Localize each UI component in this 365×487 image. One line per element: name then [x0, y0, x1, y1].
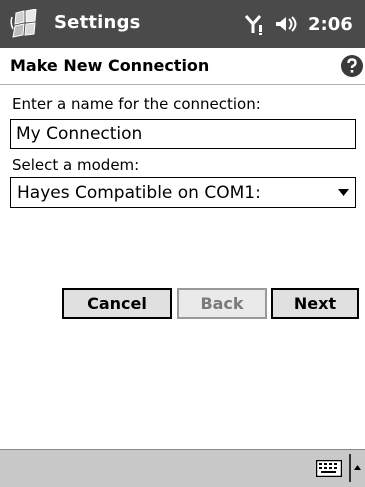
help-question-icon[interactable]: [340, 54, 364, 78]
next-button[interactable]: Next: [271, 288, 359, 319]
speaker-volume-icon[interactable]: [274, 14, 298, 34]
input-panel-arrow-icon[interactable]: [349, 454, 363, 482]
clock-time[interactable]: 2:06: [308, 14, 353, 35]
dropdown-arrow-icon[interactable]: [338, 189, 349, 196]
pocketpc-screen: Settings 2:06 Make New Connection Enter …: [0, 0, 365, 487]
back-button[interactable]: Back: [177, 288, 267, 319]
page-header: Make New Connection: [0, 48, 365, 85]
title-bar: Settings 2:06: [0, 0, 365, 48]
menu-bar: [0, 449, 365, 487]
antenna-signal-icon[interactable]: [244, 13, 264, 35]
modem-select[interactable]: Hayes Compatible on COM1:: [10, 177, 356, 208]
app-title: Settings: [54, 12, 141, 33]
modem-select-value: Hayes Compatible on COM1:: [17, 183, 261, 203]
windows-start-flag-icon[interactable]: [10, 9, 42, 39]
keyboard-icon[interactable]: [316, 460, 342, 477]
cancel-button[interactable]: Cancel: [62, 288, 172, 319]
connection-name-input[interactable]: [10, 119, 356, 149]
connection-name-label: Enter a name for the connection:: [12, 95, 261, 113]
modem-label: Select a modem:: [12, 156, 140, 174]
page-title: Make New Connection: [10, 56, 210, 75]
status-area: 2:06: [244, 11, 353, 37]
